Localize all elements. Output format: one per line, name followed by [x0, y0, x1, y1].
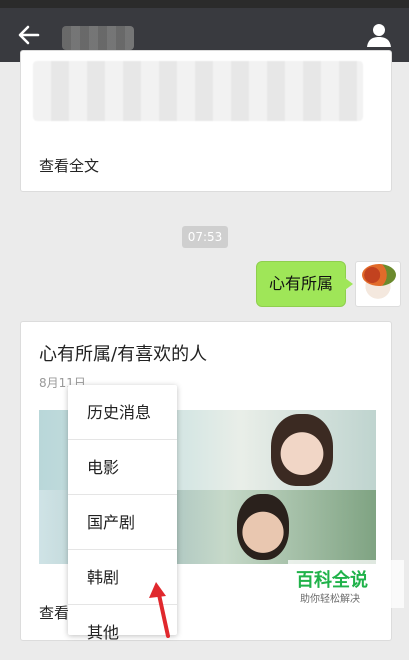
- menu-item-history[interactable]: 历史消息: [68, 385, 177, 440]
- watermark: 百科全说 助你轻松解决: [288, 560, 404, 608]
- avatar[interactable]: [355, 261, 401, 307]
- watermark-subtitle: 助你轻松解决: [300, 594, 360, 605]
- timestamp-badge: 07:53: [182, 226, 228, 248]
- avatar-hair-decoration: [362, 264, 396, 286]
- status-bar: [0, 0, 409, 8]
- cover-person-2: [237, 494, 289, 560]
- article-card-previous[interactable]: 查看全文: [20, 50, 392, 192]
- user-icon[interactable]: [365, 21, 393, 49]
- read-full-link-2[interactable]: 查看: [39, 602, 69, 623]
- menu-item-movies[interactable]: 电影: [68, 440, 177, 495]
- blurred-content: [33, 61, 363, 121]
- article-title: 心有所属/有喜欢的人: [39, 344, 208, 365]
- chat-title-blurred: [62, 26, 134, 50]
- watermark-title: 百科全说: [296, 570, 368, 591]
- menu-item-chinese-drama[interactable]: 国产剧: [68, 495, 177, 550]
- cover-person-1: [271, 414, 333, 486]
- read-full-link[interactable]: 查看全文: [39, 155, 99, 176]
- back-arrow-icon[interactable]: [14, 20, 44, 50]
- sent-message-bubble[interactable]: 心有所属: [256, 261, 353, 307]
- annotation-arrow-icon: [149, 582, 170, 638]
